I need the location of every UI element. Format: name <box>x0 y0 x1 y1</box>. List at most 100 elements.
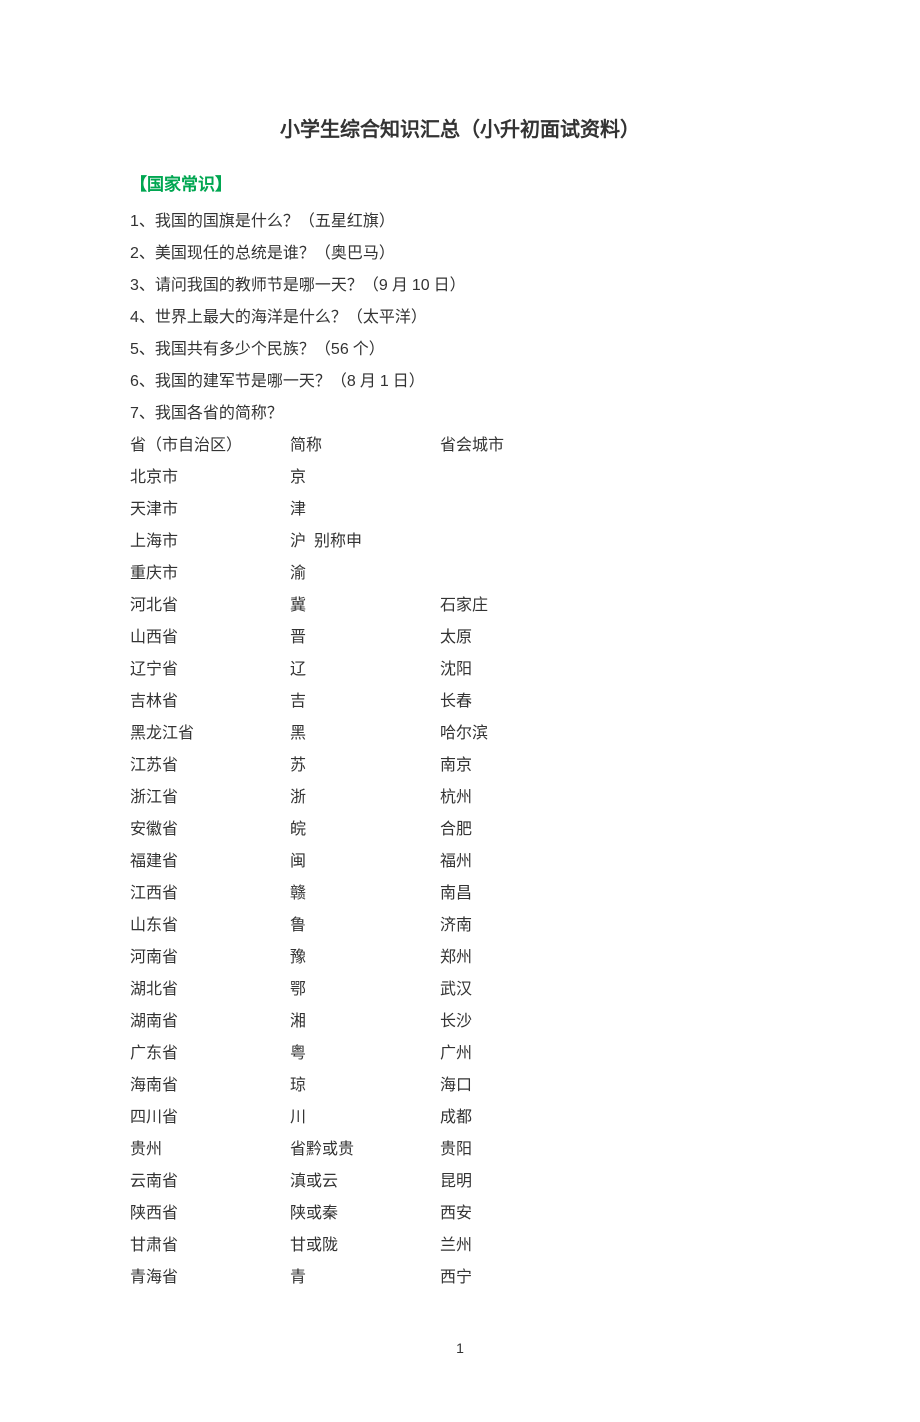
province-name: 四川省 <box>130 1102 290 1134</box>
province-name: 河北省 <box>130 590 290 622</box>
province-abbr: 京 <box>290 462 440 494</box>
table-row: 北京市京 <box>130 462 790 494</box>
province-abbr: 粤 <box>290 1038 440 1070</box>
table-row: 福建省闽福州 <box>130 846 790 878</box>
table-row: 浙江省浙杭州 <box>130 782 790 814</box>
province-name: 黑龙江省 <box>130 718 290 750</box>
table-row: 江西省赣南昌 <box>130 878 790 910</box>
inline-number: 56 <box>331 341 349 358</box>
table-row: 广东省粤广州 <box>130 1038 790 1070</box>
province-name: 安徽省 <box>130 814 290 846</box>
province-capital: 沈阳 <box>440 654 472 686</box>
province-capital: 南昌 <box>440 878 472 910</box>
province-capital: 昆明 <box>440 1166 472 1198</box>
province-abbr: 陕或秦 <box>290 1198 440 1230</box>
province-abbr: 辽 <box>290 654 440 686</box>
province-table: 省（市自治区）简称省会城市北京市京天津市津上海市沪 别称申重庆市渝河北省冀石家庄… <box>130 430 790 1294</box>
province-name: 江西省 <box>130 878 290 910</box>
question-number: 4 <box>130 309 139 326</box>
page-number: 1 <box>130 1334 790 1362</box>
province-abbr: 省黔或贵 <box>290 1134 440 1166</box>
province-name: 福建省 <box>130 846 290 878</box>
table-row: 重庆市渝 <box>130 558 790 590</box>
province-name: 河南省 <box>130 942 290 974</box>
province-capital: 杭州 <box>440 782 472 814</box>
question-list: 1、我国的国旗是什么？（五星红旗）2、美国现任的总统是谁？（奥巴马）3、请问我国… <box>130 206 790 430</box>
question-number: 5 <box>130 341 139 358</box>
table-row: 辽宁省辽沈阳 <box>130 654 790 686</box>
province-capital: 西安 <box>440 1198 472 1230</box>
province-name: 辽宁省 <box>130 654 290 686</box>
province-capital: 福州 <box>440 846 472 878</box>
province-abbr: 津 <box>290 494 440 526</box>
province-capital: 成都 <box>440 1102 472 1134</box>
province-name: 甘肃省 <box>130 1230 290 1262</box>
province-name: 湖北省 <box>130 974 290 1006</box>
province-capital: 海口 <box>440 1070 472 1102</box>
province-name: 上海市 <box>130 526 290 558</box>
province-capital: 济南 <box>440 910 472 942</box>
table-row: 河北省冀石家庄 <box>130 590 790 622</box>
table-row: 陕西省陕或秦西安 <box>130 1198 790 1230</box>
document-page: 小学生综合知识汇总（小升初面试资料） 【国家常识】 1、我国的国旗是什么？（五星… <box>0 0 920 1422</box>
province-name: 陕西省 <box>130 1198 290 1230</box>
col-province: 省（市自治区） <box>130 430 290 462</box>
province-abbr: 湘 <box>290 1006 440 1038</box>
province-abbr: 川 <box>290 1102 440 1134</box>
province-abbr: 甘或陇 <box>290 1230 440 1262</box>
province-abbr: 赣 <box>290 878 440 910</box>
table-row: 安徽省皖合肥 <box>130 814 790 846</box>
province-abbr: 青 <box>290 1262 440 1294</box>
province-name: 吉林省 <box>130 686 290 718</box>
table-row: 黑龙江省黑哈尔滨 <box>130 718 790 750</box>
question-number: 7 <box>130 405 139 422</box>
province-name: 云南省 <box>130 1166 290 1198</box>
province-abbr: 滇或云 <box>290 1166 440 1198</box>
col-capital: 省会城市 <box>440 430 504 462</box>
table-row: 青海省青西宁 <box>130 1262 790 1294</box>
inline-number: 9 <box>379 277 388 294</box>
province-capital: 太原 <box>440 622 472 654</box>
table-row: 海南省琼海口 <box>130 1070 790 1102</box>
province-capital: 南京 <box>440 750 472 782</box>
province-abbr: 吉 <box>290 686 440 718</box>
inline-number: 1 <box>380 373 389 390</box>
province-abbr: 浙 <box>290 782 440 814</box>
question-line: 3、请问我国的教师节是哪一天？（9 月 10 日） <box>130 270 790 302</box>
page-title: 小学生综合知识汇总（小升初面试资料） <box>130 110 790 150</box>
table-row: 云南省滇或云昆明 <box>130 1166 790 1198</box>
province-capital: 郑州 <box>440 942 472 974</box>
table-row: 上海市沪 别称申 <box>130 526 790 558</box>
inline-number: 8 <box>347 373 356 390</box>
section-heading: 【国家常识】 <box>130 168 790 202</box>
question-number: 3 <box>130 277 139 294</box>
province-abbr: 皖 <box>290 814 440 846</box>
province-name: 山西省 <box>130 622 290 654</box>
table-row: 湖北省鄂武汉 <box>130 974 790 1006</box>
table-row: 吉林省吉长春 <box>130 686 790 718</box>
inline-number: 10 <box>412 277 430 294</box>
question-line: 7、我国各省的简称？ <box>130 398 790 430</box>
table-row: 天津市津 <box>130 494 790 526</box>
province-name: 海南省 <box>130 1070 290 1102</box>
province-name: 贵州 <box>130 1134 290 1166</box>
province-abbr: 渝 <box>290 558 440 590</box>
table-header: 省（市自治区）简称省会城市 <box>130 430 790 462</box>
question-line: 6、我国的建军节是哪一天？（8 月 1 日） <box>130 366 790 398</box>
province-abbr: 豫 <box>290 942 440 974</box>
table-row: 山西省晋太原 <box>130 622 790 654</box>
province-capital: 贵阳 <box>440 1134 472 1166</box>
table-row: 湖南省湘长沙 <box>130 1006 790 1038</box>
province-name: 广东省 <box>130 1038 290 1070</box>
question-line: 4、世界上最大的海洋是什么？（太平洋） <box>130 302 790 334</box>
province-name: 江苏省 <box>130 750 290 782</box>
province-capital: 西宁 <box>440 1262 472 1294</box>
province-capital: 哈尔滨 <box>440 718 488 750</box>
province-capital: 广州 <box>440 1038 472 1070</box>
table-row: 山东省鲁济南 <box>130 910 790 942</box>
province-abbr: 晋 <box>290 622 440 654</box>
question-number: 1 <box>130 213 139 230</box>
province-abbr: 黑 <box>290 718 440 750</box>
province-abbr: 鲁 <box>290 910 440 942</box>
province-capital: 武汉 <box>440 974 472 1006</box>
